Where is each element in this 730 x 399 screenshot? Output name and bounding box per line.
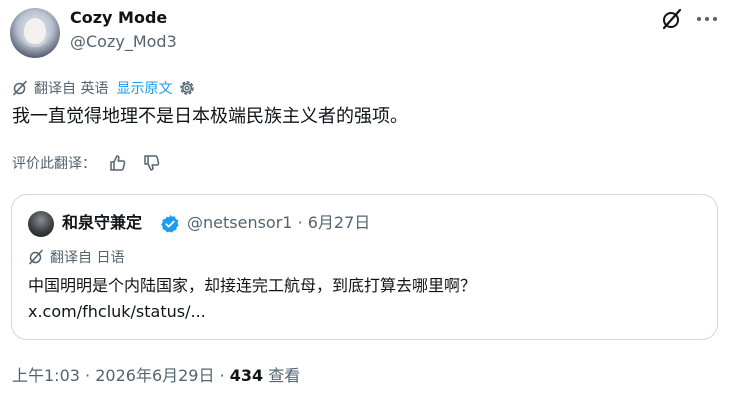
verified-badge-icon bbox=[161, 215, 179, 233]
author-avatar[interactable] bbox=[10, 8, 60, 58]
quoted-meta: @netsensor1 · 6月27日 bbox=[187, 213, 370, 233]
meta-separator: · bbox=[297, 213, 303, 232]
views-label: 查看 bbox=[268, 366, 301, 385]
gear-icon[interactable] bbox=[178, 79, 196, 97]
thumbs-up-icon[interactable] bbox=[108, 153, 128, 173]
footer-separator: · bbox=[85, 366, 91, 385]
author-handle[interactable]: @Cozy_Mod3 bbox=[70, 32, 177, 52]
quoted-tweet-text: 中国明明是个内陆国家，却接连完工航母，到底打算去哪里啊？ bbox=[28, 276, 477, 295]
grok-icon[interactable] bbox=[660, 7, 684, 31]
quoted-author-display-name[interactable]: 和泉守兼定 bbox=[62, 213, 142, 233]
translation-row: 翻译自 英语 显示原文 bbox=[12, 78, 196, 98]
rate-translation-row: 评价此翻译： bbox=[12, 152, 162, 174]
tweet-date[interactable]: 2026年6月29日 bbox=[95, 366, 214, 385]
quoted-tweet-link[interactable]: x.com/fhcluk/status/... bbox=[28, 301, 206, 323]
quoted-date[interactable]: 6月27日 bbox=[308, 213, 371, 232]
quoted-translation-row: 翻译自 日语 bbox=[28, 247, 124, 267]
quoted-author-handle[interactable]: @netsensor1 bbox=[187, 213, 292, 232]
rate-translation-label: 评价此翻译： bbox=[12, 156, 96, 172]
translate-icon bbox=[29, 249, 43, 265]
author-display-name[interactable]: Cozy Mode bbox=[70, 8, 167, 28]
tweet-time[interactable]: 上午1:03 bbox=[12, 366, 80, 385]
more-icon[interactable] bbox=[695, 8, 719, 30]
quoted-translation-label: 翻译自 日语 bbox=[50, 250, 125, 266]
translation-label: 翻译自 英语 bbox=[34, 81, 109, 97]
show-original-link[interactable]: 显示原文 bbox=[116, 78, 172, 98]
thumbs-down-icon[interactable] bbox=[142, 153, 162, 173]
footer-separator: · bbox=[219, 366, 225, 385]
views-count: 434 bbox=[229, 366, 264, 385]
quoted-tweet-card[interactable]: 和泉守兼定 @netsensor1 · 6月27日 翻译自 日语 中国明明是个内… bbox=[11, 194, 718, 340]
quoted-author-avatar[interactable] bbox=[28, 211, 54, 237]
translate-icon bbox=[13, 80, 27, 96]
tweet-text: 我一直觉得地理不是日本极端民族主义者的强项。 bbox=[12, 106, 408, 127]
tweet-footer: 上午1:03 · 2026年6月29日 · 434 查看 bbox=[12, 366, 300, 386]
